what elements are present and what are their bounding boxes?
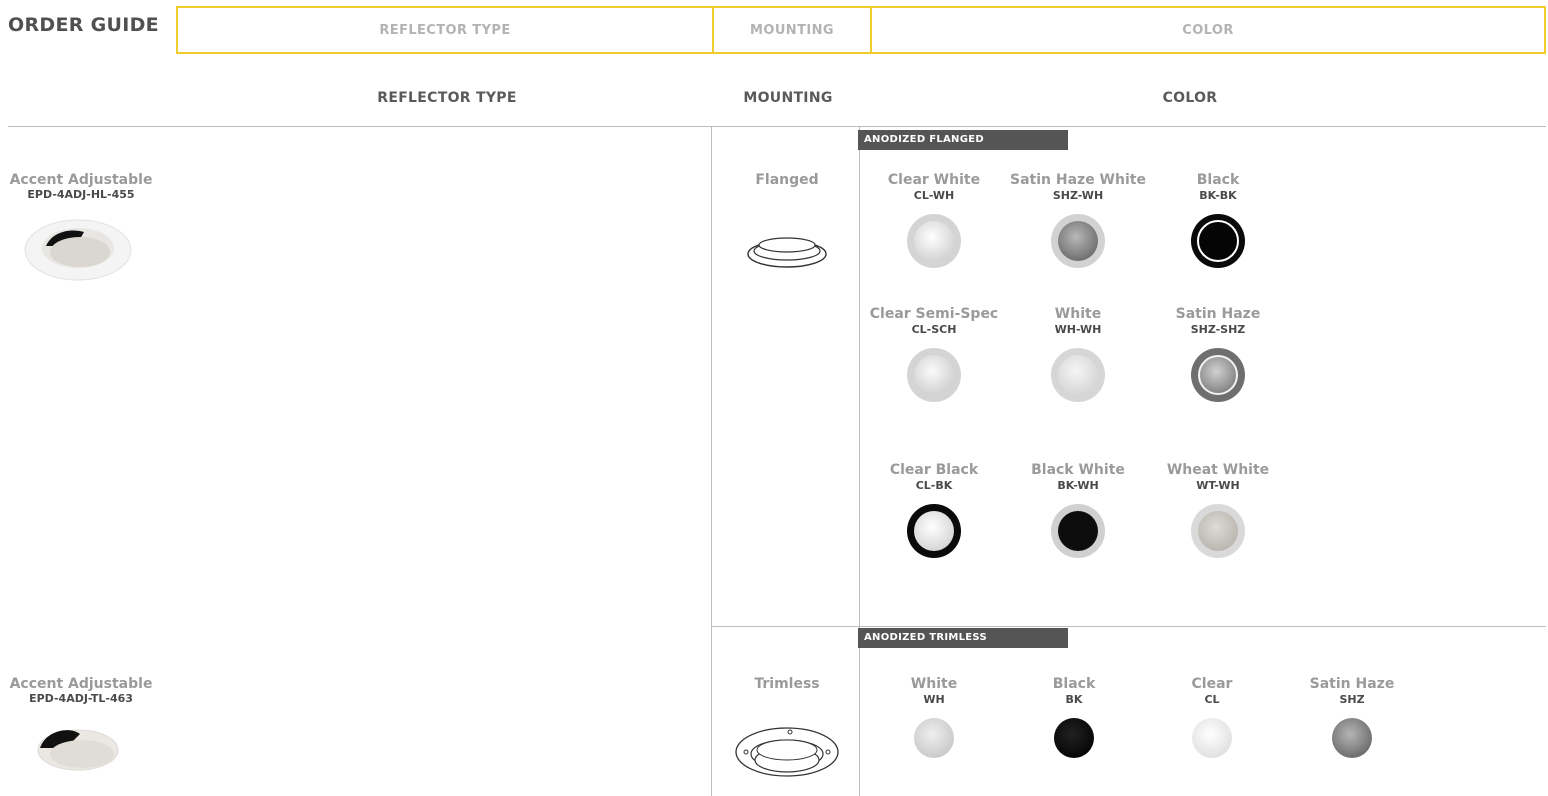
- flanged-mount-icon: [746, 232, 828, 270]
- swatch-clear-black[interactable]: Clear Black CL-BK: [864, 462, 1004, 558]
- product-name: Accent Adjustable: [9, 172, 153, 188]
- swatch-wheat-white-icon[interactable]: [1191, 504, 1245, 558]
- swatch-trimless-black[interactable]: Black BK: [1004, 676, 1144, 758]
- swatch-trimless-satin-haze-icon[interactable]: [1332, 718, 1372, 758]
- swatch-trimless-clear-icon[interactable]: [1192, 718, 1232, 758]
- swatch-trimless-white[interactable]: White WH: [864, 676, 1004, 758]
- swatch-clear-black-icon[interactable]: [907, 504, 961, 558]
- swatch-black-white[interactable]: Black White BK-WH: [1008, 462, 1148, 558]
- product-code: EPD-4ADJ-TL-463: [29, 692, 133, 705]
- column-header-color: COLOR: [1162, 90, 1218, 106]
- product-name: Accent Adjustable: [9, 676, 153, 692]
- swatch-satin-haze-white[interactable]: Satin Haze White SHZ-WH: [1008, 172, 1148, 268]
- trimless-mount-icon: [734, 724, 840, 782]
- swatch-white[interactable]: White WH-WH: [1008, 306, 1148, 402]
- mounting-label-trimless: Trimless: [754, 676, 820, 692]
- swatch-clear-white[interactable]: Clear White CL-WH: [864, 172, 1004, 268]
- product-block-2: Accent Adjustable EPD-4ADJ-TL-463: [6, 676, 156, 705]
- swatch-trimless-black-icon[interactable]: [1054, 718, 1094, 758]
- swatch-clear-white-icon[interactable]: [907, 214, 961, 268]
- swatch-wheat-white[interactable]: Wheat White WT-WH: [1148, 462, 1288, 558]
- swatch-white-icon[interactable]: [1051, 348, 1105, 402]
- swatch-black-white-icon[interactable]: [1051, 504, 1105, 558]
- mounting-divider-right: [859, 126, 860, 796]
- product-block-1: Accent Adjustable EPD-4ADJ-HL-455: [6, 172, 156, 201]
- swatch-trimless-satin-haze[interactable]: Satin Haze SHZ: [1282, 676, 1422, 758]
- product-image-flanged[interactable]: [22, 216, 134, 284]
- product-image-trimless[interactable]: [36, 724, 120, 774]
- swatch-clear-semi-spec[interactable]: Clear Semi-Spec CL-SCH: [864, 306, 1004, 402]
- swatch-satin-haze-icon[interactable]: [1191, 348, 1245, 402]
- swatch-satin-haze[interactable]: Satin Haze SHZ-SHZ: [1148, 306, 1288, 402]
- column-header-reflector: REFLECTOR TYPE: [377, 90, 517, 106]
- swatch-satin-haze-white-icon[interactable]: [1051, 214, 1105, 268]
- mounting-label-flanged: Flanged: [755, 172, 819, 188]
- column-header-mounting: MOUNTING: [743, 90, 833, 106]
- swatch-trimless-clear[interactable]: Clear CL: [1142, 676, 1282, 758]
- tab-color[interactable]: COLOR: [870, 8, 1544, 52]
- order-guide-title: ORDER GUIDE: [8, 14, 159, 36]
- tab-mounting[interactable]: MOUNTING: [712, 8, 870, 52]
- section-bar-anodized-flanged: ANODIZED FLANGED: [858, 130, 1068, 150]
- row-divider: [711, 626, 1546, 627]
- header-divider: [8, 126, 1546, 127]
- swatch-black[interactable]: Black BK-BK: [1148, 172, 1288, 268]
- section-bar-anodized-trimless: ANODIZED TRIMLESS: [858, 628, 1068, 648]
- mounting-divider-left: [711, 126, 712, 796]
- order-guide-tabbar: REFLECTOR TYPE MOUNTING COLOR: [176, 6, 1546, 54]
- swatch-black-icon[interactable]: [1191, 214, 1245, 268]
- swatch-trimless-white-icon[interactable]: [914, 718, 954, 758]
- tab-reflector-type[interactable]: REFLECTOR TYPE: [178, 8, 712, 52]
- product-code: EPD-4ADJ-HL-455: [27, 188, 135, 201]
- swatch-clear-semi-spec-icon[interactable]: [907, 348, 961, 402]
